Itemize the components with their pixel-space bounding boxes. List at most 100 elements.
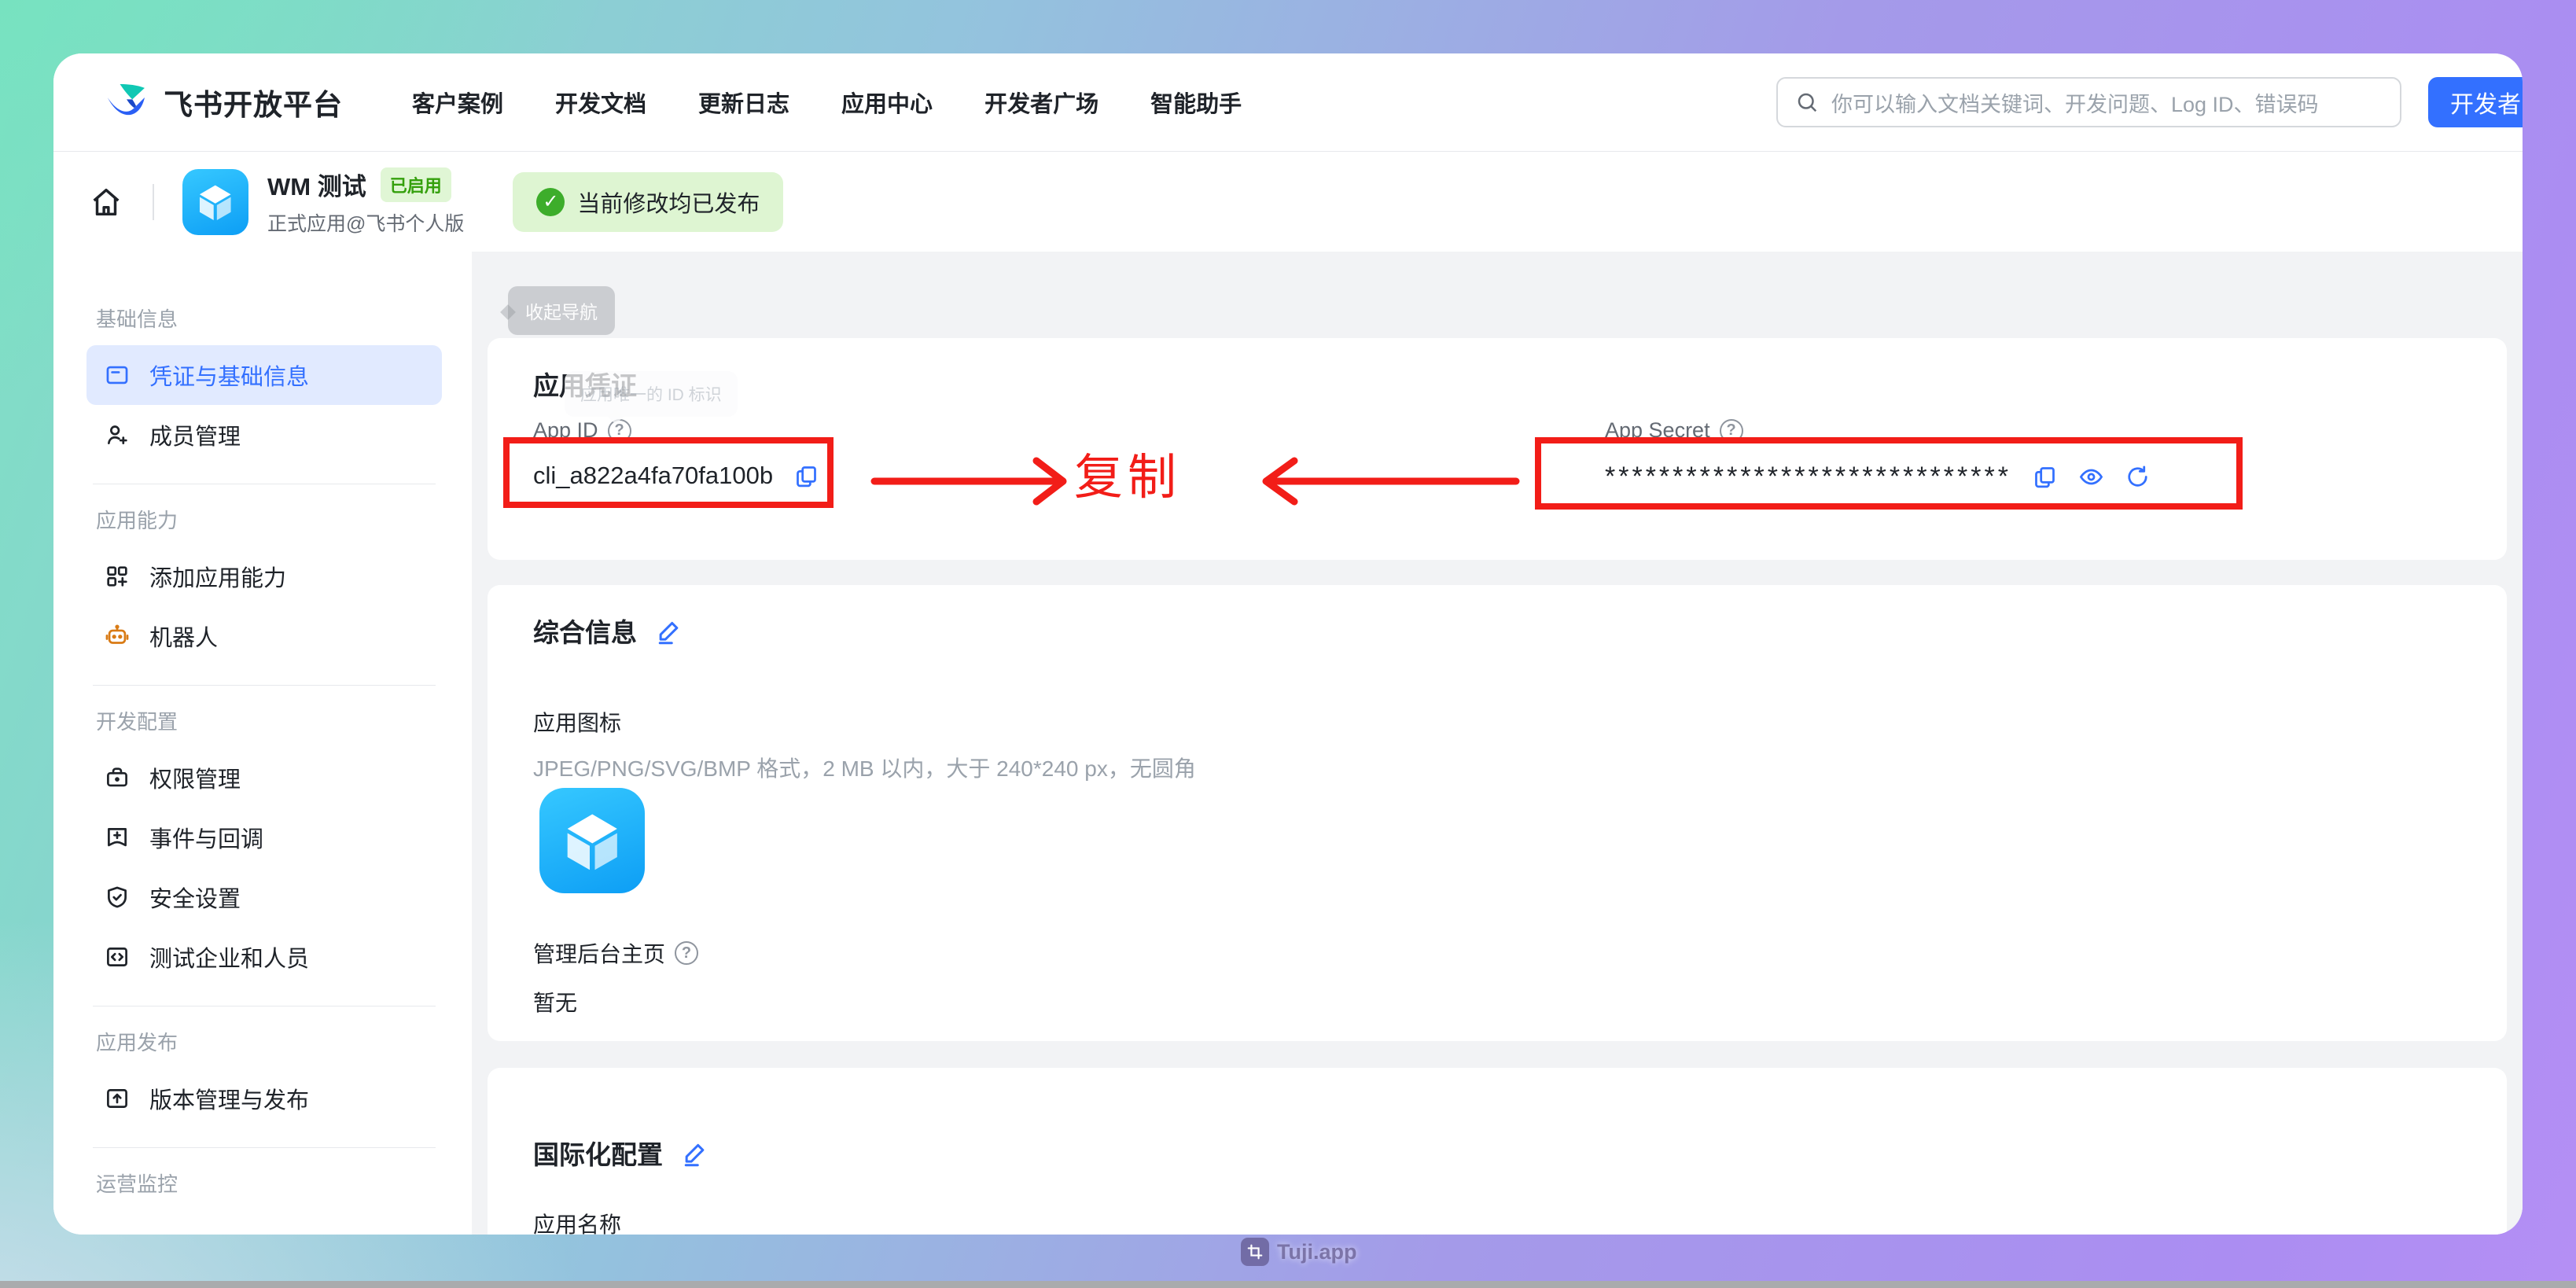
copy-icon	[793, 463, 819, 489]
shield-check-icon	[104, 884, 131, 911]
sidebar-item-bot[interactable]: 机器人	[86, 606, 442, 666]
app-window: 飞书开放平台 客户案例 开发文档 更新日志 应用中心 开发者广场 智能助手 你可…	[53, 53, 2523, 1235]
brand-name: 飞书开放平台	[164, 81, 343, 123]
home-icon[interactable]	[88, 184, 124, 220]
app-secret-value: ******************************	[1605, 462, 2011, 492]
robot-icon	[104, 623, 131, 650]
app-icon-image[interactable]	[539, 788, 645, 893]
brand-logo[interactable]: 飞书开放平台	[104, 79, 343, 125]
sidebar-item-label: 测试企业和人员	[149, 940, 309, 973]
i18n-app-name-label: 应用名称	[533, 1208, 621, 1235]
cube-icon	[551, 800, 634, 882]
app-icon-label: 应用图标	[533, 706, 621, 738]
admin-home-value: 暂无	[533, 986, 577, 1018]
developer-console-button[interactable]: 开发者	[2428, 77, 2523, 127]
nav-dev-docs[interactable]: 开发文档	[555, 86, 646, 119]
general-info-card: 综合信息 应用图标 JPEG/PNG/SVG/BMP 格式，2 MB 以内，大于…	[488, 585, 2507, 1041]
content-area: 基础信息 凭证与基础信息 成员管理 应用能力	[53, 252, 2523, 1235]
eye-icon	[2078, 464, 2104, 490]
crop-icon	[1241, 1238, 1269, 1266]
status-badge: 已启用	[381, 167, 451, 202]
sidebar-divider	[93, 1147, 436, 1148]
sidebar-item-label: 安全设置	[149, 881, 241, 914]
main-panel: 收起导航 应用唯一的 ID 标识 应用凭证 App ID cli_a822a4f…	[472, 252, 2523, 1235]
nav-customer-cases[interactable]: 客户案例	[412, 86, 503, 119]
top-navbar: 飞书开放平台 客户案例 开发文档 更新日志 应用中心 开发者广场 智能助手 你可…	[53, 53, 2523, 152]
sidebar-item-label: 事件与回调	[149, 821, 263, 854]
sidebar-item-label: 成员管理	[149, 418, 241, 451]
sidebar-item-label: 版本管理与发布	[149, 1082, 309, 1115]
event-callback-icon	[104, 824, 131, 851]
watermark: Tuji.app	[1241, 1238, 1357, 1266]
publish-status-pill: ✓ 当前修改均已发布	[513, 172, 783, 232]
nav-dev-plaza[interactable]: 开发者广场	[984, 86, 1098, 119]
nav-changelog[interactable]: 更新日志	[698, 86, 789, 119]
help-icon[interactable]	[608, 419, 631, 443]
general-card-title: 综合信息	[533, 612, 637, 650]
app-id-field: App ID cli_a822a4fa70fa100b	[533, 418, 819, 490]
sidebar-section-monitoring: 运营监控	[96, 1168, 432, 1198]
sidebar-section-dev-config: 开发配置	[96, 706, 432, 735]
app-icon-hint: JPEG/PNG/SVG/BMP 格式，2 MB 以内，大于 240*240 p…	[533, 752, 1196, 783]
copy-app-secret-button[interactable]	[2032, 464, 2058, 490]
app-id-ghost-tooltip: 应用唯一的 ID 标识	[565, 371, 738, 417]
app-avatar	[182, 169, 248, 235]
sidebar-section-release: 应用发布	[96, 1027, 432, 1056]
edit-pencil-icon	[682, 1139, 710, 1167]
help-icon[interactable]	[675, 941, 698, 965]
sidebar-item-label: 权限管理	[149, 761, 241, 794]
sidebar-item-test-enterprise[interactable]: 测试企业和人员	[86, 927, 442, 987]
sidebar-divider	[93, 685, 436, 686]
check-circle-icon: ✓	[536, 188, 565, 216]
permission-case-icon	[104, 764, 131, 791]
admin-home-label: 管理后台主页	[533, 937, 665, 969]
app-id-label: App ID	[533, 418, 598, 443]
page: { "topnav": { "brand": "飞书开放平台", "items"…	[0, 0, 2576, 1288]
sidebar-item-label: 凭证与基础信息	[149, 359, 309, 392]
sidebar-item-security[interactable]: 安全设置	[86, 867, 442, 927]
member-add-icon	[104, 421, 131, 448]
sidebar-item-label: 机器人	[149, 620, 218, 653]
screenshot-bottom-strip	[0, 1281, 2576, 1288]
collapse-nav-tooltip: 收起导航	[508, 286, 615, 335]
app-subtitle: 正式应用@飞书个人版	[267, 208, 464, 237]
app-secret-label: App Secret	[1605, 418, 1710, 443]
copy-app-id-button[interactable]	[793, 463, 819, 489]
refresh-icon	[2125, 464, 2151, 490]
credentials-card: 应用凭证 App ID cli_a822a4fa70fa100b	[488, 338, 2507, 560]
edit-i18n-button[interactable]	[682, 1139, 710, 1167]
i18n-card: 国际化配置 应用名称	[488, 1068, 2507, 1235]
sidebar-item-permissions[interactable]: 权限管理	[86, 748, 442, 808]
top-nav-menu: 客户案例 开发文档 更新日志 应用中心 开发者广场 智能助手	[412, 86, 1242, 119]
watermark-text: Tuji.app	[1277, 1240, 1357, 1264]
i18n-card-title: 国际化配置	[533, 1134, 663, 1172]
feishu-logo-icon	[104, 79, 149, 125]
sidebar-item-members[interactable]: 成员管理	[86, 405, 442, 465]
sidebar-item-version-release[interactable]: 版本管理与发布	[86, 1069, 442, 1128]
cube-icon	[190, 176, 241, 228]
sidebar: 基础信息 凭证与基础信息 成员管理 应用能力	[53, 252, 472, 1235]
search-placeholder: 你可以输入文档关键词、开发问题、Log ID、错误码	[1831, 87, 2319, 118]
app-name: WM 测试	[267, 167, 366, 202]
app-secret-field: App Secret *****************************…	[1605, 418, 2151, 492]
help-icon[interactable]	[1720, 419, 1743, 443]
search-icon	[1795, 90, 1819, 114]
vertical-divider	[153, 184, 154, 220]
reveal-app-secret-button[interactable]	[2078, 464, 2104, 490]
regenerate-app-secret-button[interactable]	[2125, 464, 2151, 490]
search-input[interactable]: 你可以输入文档关键词、开发问题、Log ID、错误码	[1776, 77, 2401, 127]
grid-plus-icon	[104, 563, 131, 590]
sidebar-section-basic-info: 基础信息	[96, 304, 432, 333]
publish-status-text: 当前修改均已发布	[577, 186, 760, 219]
sidebar-item-credentials[interactable]: 凭证与基础信息	[86, 345, 442, 405]
nav-app-center[interactable]: 应用中心	[841, 86, 933, 119]
publish-up-icon	[104, 1085, 131, 1112]
sidebar-item-events[interactable]: 事件与回调	[86, 808, 442, 867]
edit-general-button[interactable]	[656, 616, 684, 645]
nav-ai-assistant[interactable]: 智能助手	[1150, 86, 1242, 119]
sidebar-item-label: 添加应用能力	[149, 560, 286, 593]
credential-card-icon	[104, 362, 131, 388]
sidebar-section-capabilities: 应用能力	[96, 505, 432, 534]
sidebar-item-add-capability[interactable]: 添加应用能力	[86, 546, 442, 606]
app-id-value: cli_a822a4fa70fa100b	[533, 462, 773, 490]
